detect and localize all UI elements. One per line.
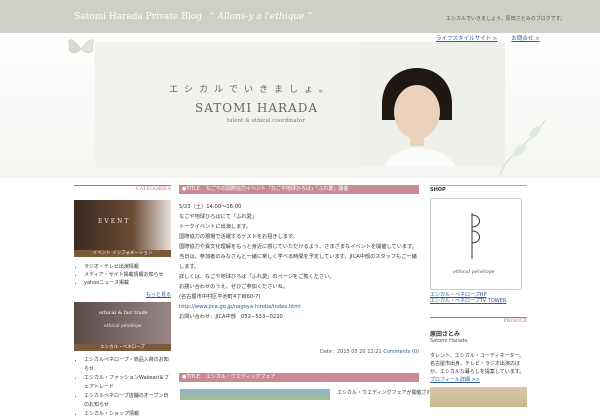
right-sidebar: SHOP ethical pénélope エシカル・ペネロープHP エシカル・… (430, 185, 527, 407)
banner-name: SATOMI HARADA (195, 101, 319, 115)
shop-name: ethical pénélope (453, 269, 495, 275)
post-title-label: ●TITLE (182, 186, 200, 192)
shop-logo-icon (471, 213, 480, 259)
post-body: 5/23（土）14:00〜16:00 なごや地球ひろばにて「ふれ愛」 トークイベ… (179, 202, 419, 322)
blog-subtitle: “ Allons-y a l'ethique ” (209, 12, 312, 22)
left-sidebar: CATEGORIES EVENT イベント インフォメーション ラジオ・テレビ出… (74, 185, 171, 419)
category-item[interactable]: エシカル・ショップ情報 (84, 410, 171, 419)
event-caption[interactable]: イベント インフォメーション (74, 250, 171, 257)
event-banner-image[interactable]: EVENT (74, 200, 171, 250)
category-item[interactable]: ラジオ・テレビ出演情報 (84, 263, 171, 271)
post-line: 国際協力や異文化理解をもっと身近に感じていただけるよう、さまざまなイベントを開催… (179, 244, 417, 250)
ethical-banner-image[interactable]: ethical & fair trade ethical pénélope (74, 302, 171, 344)
post-title[interactable]: なごやの国際協力イベント「なごや地球ひろば」「ふれ愛」開催 (206, 186, 349, 192)
category-item[interactable]: メディア・サイト掲載情報お知らせ (84, 271, 171, 279)
second-post-image[interactable] (180, 389, 330, 400)
category-item[interactable]: yahooニュース掲載 (84, 279, 171, 287)
profile-heading: PROFILE (430, 317, 527, 326)
post-meta: Date：2015 05 20 12:21 Comments (0) (179, 348, 419, 355)
post-line: (名古屋市中村区平池町4丁目60-7) (179, 294, 261, 300)
category-item[interactable]: エシカルペネロープ・商品入荷のお知らせ (84, 356, 171, 374)
more-link[interactable]: もっと見る (74, 291, 171, 298)
header-links: ライフスタイルサイト > お問合せ > (436, 34, 554, 42)
shop-heading: SHOP (430, 185, 527, 195)
post-link[interactable]: http://www.jica.go.jp/nagoya-hiroba/inde… (179, 304, 301, 310)
post-contact: お問い合わせ：JICA中部 052−533−0220 (179, 314, 283, 320)
banner-role: talent & ethical coordinator (227, 118, 305, 124)
profile-more-link[interactable]: プロフィール詳細 >> (430, 376, 527, 383)
shop-logo-box[interactable]: ethical pénélope (430, 198, 522, 290)
post-title-label: ●TITLE (182, 374, 200, 380)
ethical-image-title: ethical & fair trade (99, 310, 148, 316)
post-line: トークイベントに出演します。 (179, 224, 252, 230)
post-time: 12:21 (367, 349, 382, 355)
leaf-decoration (499, 119, 546, 176)
post-comments-link[interactable]: Comments (0) (383, 349, 419, 355)
category-item[interactable]: エシカルペネロープ店舗のオープン日のお知らせ (84, 392, 171, 410)
post-line: なごや地球ひろばにて「ふれ愛」 (179, 214, 257, 220)
blog-title[interactable]: Satomi Harada Private Blog “ Allons-y a l… (74, 12, 312, 22)
event-image-text: EVENT (98, 218, 131, 225)
category-item[interactable]: エシカル・ファッションWakeari＆フェアトレード (84, 374, 171, 392)
categories-heading: CATEGORIES (74, 185, 171, 194)
header-banner[interactable]: エシカルでいきましょ。 SATOMI HARADA talent & ethic… (95, 42, 505, 167)
blog-tagline: エシカルでいきましょう。原田さとみのブログです。 (446, 16, 566, 22)
post-line: 詳しくは、なごや地球ひろば「ふれ愛」のページをご覧ください。 (179, 274, 335, 280)
portrait-image (360, 42, 505, 167)
profile-image[interactable] (430, 387, 527, 407)
ethical-category-list: エシカルペネロープ・商品入荷のお知らせ エシカル・ファッションWakeari＆フ… (74, 356, 171, 419)
shop-links: エシカル・ペネロープHP エシカル・ペネロープTV TOWER (430, 292, 527, 304)
second-post-title[interactable]: エシカル・ウエディングフェア (206, 374, 276, 380)
post-line: お誘い合わせのうえ、ぜひご参加くださいね。 (179, 284, 288, 290)
profile-text: タレント、エシカル・コーディネーター。名古屋市出身。テレビ・ラジオ出演のほか、エ… (430, 353, 525, 375)
blog-title-text[interactable]: Satomi Harada Private Blog (74, 12, 202, 22)
post-date: Date：2015 05 20 (320, 349, 366, 355)
post-line: 当日は、参加者のみなさんと一緒に楽しく学べる時間を予定しています。JICA中部の… (179, 254, 417, 270)
profile-name-en: Satomi Harada (430, 338, 468, 344)
profile-name: 原田さとみ (430, 331, 461, 338)
post-line: 国際協力の現場で活躍するゲストをお招きします。 (179, 234, 298, 240)
ethical-image-subtitle: ethical pénélope (104, 324, 142, 329)
post-title-bar: ●TITLE なごやの国際協力イベント「なごや地球ひろば」「ふれ愛」開催 (179, 185, 419, 194)
butterfly-icon (68, 39, 94, 53)
banner-japanese-text: エシカルでいきましょ。 (169, 85, 335, 95)
ethical-caption[interactable]: エシカル・ペネロープ (74, 344, 171, 351)
main-content: ●TITLE なごやの国際協力イベント「なごや地球ひろば」「ふれ愛」開催 5/23… (179, 185, 419, 322)
shop-link[interactable]: エシカル・ペネロープTV TOWER (430, 298, 527, 304)
event-category-list: ラジオ・テレビ出演情報 メディア・サイト掲載情報お知らせ yahooニュース掲載 (74, 263, 171, 287)
second-post-title-bar: ●TITLE エシカル・ウエディングフェア (179, 373, 419, 382)
post-line: 5/23（土）14:00〜16:00 (179, 204, 242, 210)
contact-link[interactable]: お問合せ > (511, 36, 539, 42)
